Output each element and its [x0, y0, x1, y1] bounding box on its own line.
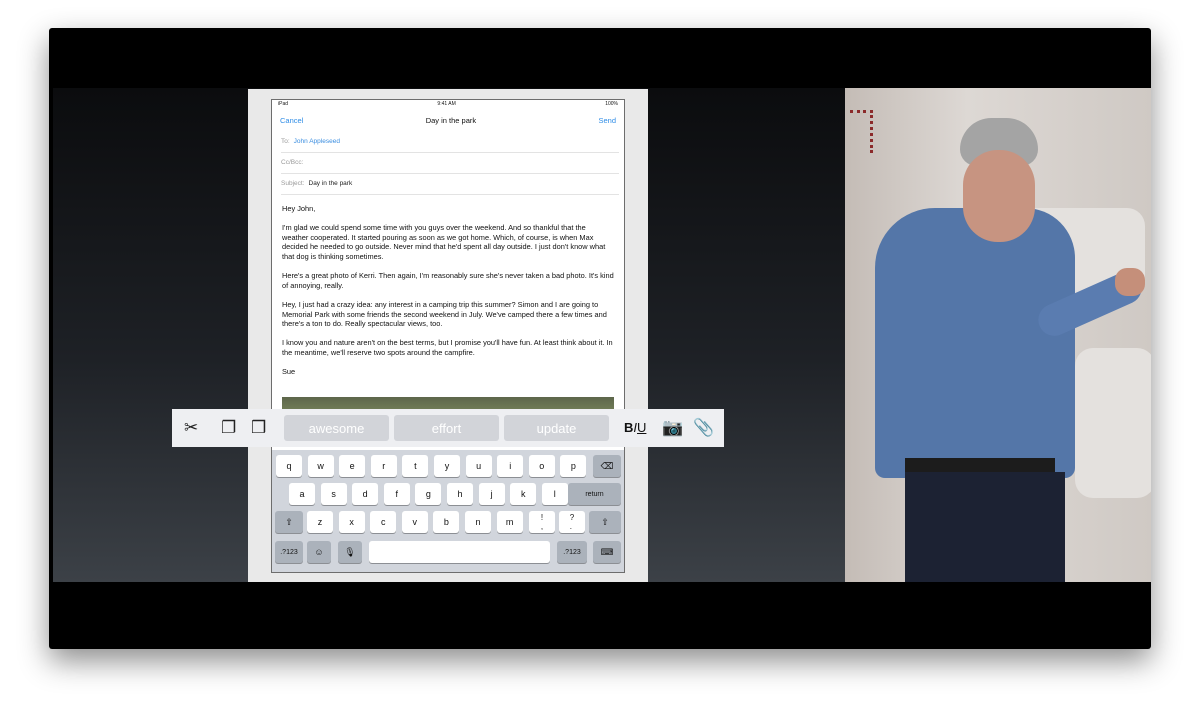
compose-title: Day in the park: [425, 115, 477, 125]
presenter-torso: [875, 208, 1075, 478]
key-s[interactable]: s: [320, 483, 347, 505]
key-a[interactable]: a: [289, 483, 315, 505]
keynote-slide: iPad 9:41 AM 100% Cancel Day in the park…: [49, 28, 1151, 649]
body-paragraph: I know you and nature aren't on the best…: [282, 338, 613, 357]
key-c[interactable]: c: [370, 511, 397, 533]
hide-keyboard-icon[interactable]: ⌨: [593, 541, 621, 563]
key-f[interactable]: f: [383, 483, 410, 505]
key-d[interactable]: d: [352, 483, 379, 505]
backdrop-logo: [850, 110, 873, 153]
subject-label: Subject:: [281, 180, 305, 187]
key-i[interactable]: i: [497, 455, 524, 477]
paperclip-icon[interactable]: 📎: [693, 418, 714, 438]
key-z[interactable]: z: [307, 511, 333, 533]
emoji-icon[interactable]: ☺: [307, 541, 331, 563]
key-e[interactable]: e: [339, 455, 366, 477]
camera-icon[interactable]: 📷: [662, 418, 683, 438]
space-bar[interactable]: [369, 541, 550, 563]
key-w[interactable]: w: [307, 455, 334, 477]
body-paragraph: Here's a great photo of Kerri. Then agai…: [282, 271, 614, 290]
status-bar: iPad 9:41 AM 100%: [272, 100, 624, 108]
key-x[interactable]: x: [338, 511, 365, 533]
cc-bcc-label: Cc/Bcc:: [281, 159, 304, 166]
key-p[interactable]: p: [560, 455, 587, 477]
cancel-button[interactable]: Cancel: [280, 116, 303, 125]
to-recipient[interactable]: John Appleseed: [294, 138, 340, 145]
exclamation-comma-key[interactable]: !,: [529, 511, 555, 533]
key-q[interactable]: q: [276, 455, 302, 477]
shift-key-left[interactable]: ⇧: [275, 511, 303, 533]
send-button[interactable]: Send: [598, 116, 616, 125]
key-n[interactable]: n: [465, 511, 491, 533]
to-label: To:: [281, 138, 290, 145]
key-g[interactable]: g: [415, 483, 442, 505]
key-b[interactable]: b: [433, 511, 460, 533]
status-device: iPad: [278, 101, 289, 107]
key-v[interactable]: v: [401, 511, 428, 533]
key-j[interactable]: j: [478, 483, 505, 505]
presenter-belt: [905, 458, 1055, 472]
subject-value[interactable]: Day in the park: [309, 180, 353, 187]
status-battery: 100%: [605, 101, 618, 107]
ipad-device: iPad 9:41 AM 100% Cancel Day in the park…: [248, 89, 648, 582]
key-l[interactable]: l: [541, 483, 568, 505]
paste-icon[interactable]: ❒: [251, 418, 266, 438]
key-k[interactable]: k: [510, 483, 537, 505]
question-period-key[interactable]: ?.: [559, 511, 585, 533]
key-h[interactable]: h: [447, 483, 473, 505]
message-body[interactable]: Hey John, I'm glad we could spend some t…: [282, 204, 614, 386]
presenter-legs: [905, 472, 1065, 582]
keyboard: qwertyuiop asdfghjkl zxcvbnm ⌫ return ⇧ …: [272, 450, 624, 572]
cc-bcc-field[interactable]: Cc/Bcc:: [281, 152, 619, 174]
key-y[interactable]: y: [434, 455, 460, 477]
ipad-screen: iPad 9:41 AM 100% Cancel Day in the park…: [271, 99, 625, 573]
shortcut-bar: ✂ ❐ ❒ awesome effort update BIU 📷 📎: [172, 409, 724, 447]
to-field[interactable]: To: John Appleseed: [281, 131, 619, 153]
suggestion-awesome[interactable]: awesome: [284, 415, 389, 441]
body-signature: Sue: [282, 367, 296, 377]
return-key[interactable]: return: [568, 483, 621, 505]
key-m[interactable]: m: [496, 511, 523, 533]
presenter-hand: [1115, 268, 1145, 296]
shift-key-right[interactable]: ⇧: [589, 511, 621, 533]
subject-field[interactable]: Subject: Day in the park: [281, 173, 619, 195]
key-t[interactable]: t: [402, 455, 429, 477]
presenter-face: [963, 150, 1035, 242]
microphone-icon[interactable]: 🎙: [338, 541, 362, 563]
status-time: 9:41 AM: [437, 101, 456, 107]
bold-italic-underline-button[interactable]: BIU: [624, 420, 646, 435]
suggestion-effort[interactable]: effort: [394, 415, 499, 441]
numbers-key-left[interactable]: .?123: [275, 541, 303, 563]
mail-nav-bar: Cancel Day in the park Send: [272, 109, 624, 131]
cut-icon[interactable]: ✂: [184, 418, 198, 438]
suggestion-update[interactable]: update: [504, 415, 609, 441]
copy-icon[interactable]: ❐: [221, 418, 236, 438]
backdrop-panel: [1075, 348, 1151, 498]
key-r[interactable]: r: [370, 455, 397, 477]
key-u[interactable]: u: [465, 455, 492, 477]
key-o[interactable]: o: [528, 455, 555, 477]
backspace-key[interactable]: ⌫: [593, 455, 621, 477]
body-paragraph: Hey John,: [282, 204, 316, 213]
body-paragraph: I'm glad we could spend some time with y…: [282, 223, 606, 261]
numbers-key-right[interactable]: .?123: [557, 541, 587, 563]
body-paragraph: Hey, I just had a crazy idea: any intere…: [282, 299, 607, 329]
presenter-video: [845, 88, 1151, 582]
